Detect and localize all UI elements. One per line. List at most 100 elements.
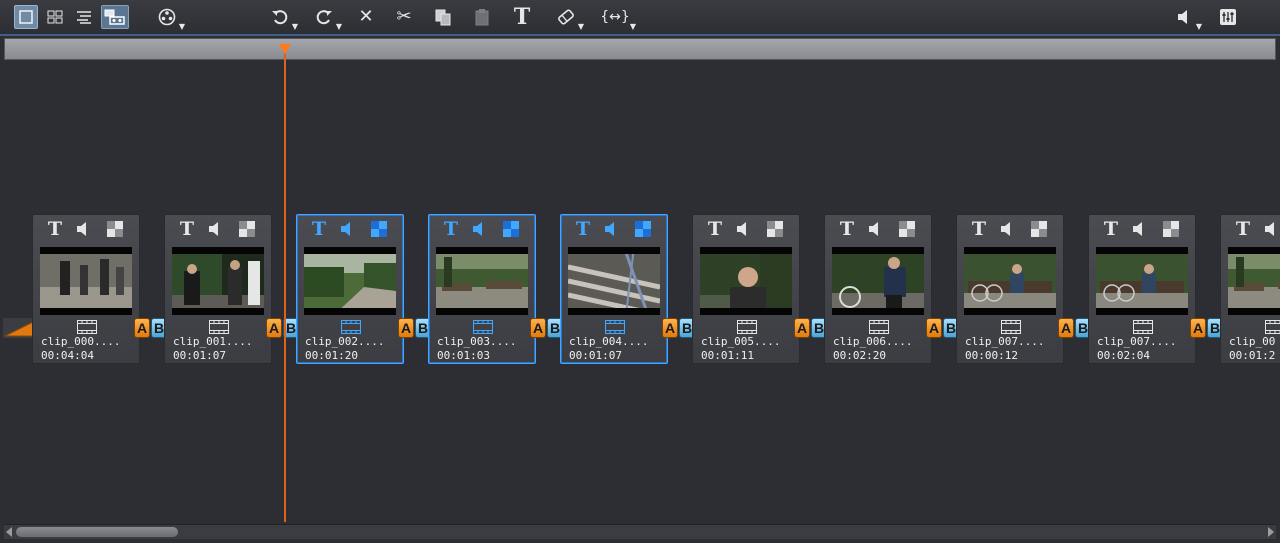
clip-duration: 00:02:04: [1097, 349, 1150, 362]
clip-card[interactable]: Tclip_006.... 00:02:20: [824, 214, 932, 364]
title-effect-icon[interactable]: T: [1101, 218, 1121, 240]
clip-effect-icons: T: [1089, 218, 1197, 241]
filmstrip-icon: [77, 319, 97, 334]
clip-thumbnail: [1228, 247, 1280, 315]
filmstrip-icon: [1001, 319, 1021, 334]
transition-ab-button[interactable]: AB: [1190, 318, 1223, 338]
filmstrip-icon: [605, 319, 625, 334]
audio-effect-icon[interactable]: [603, 219, 619, 239]
transition-a-label: A: [662, 318, 678, 338]
clip-card[interactable]: Tclip_005.... 00:01:11: [692, 214, 800, 364]
transition-ab-button[interactable]: AB: [794, 318, 827, 338]
audio-effect-icon[interactable]: [1131, 219, 1147, 239]
clip-name: clip_000....: [41, 335, 121, 348]
clip-name: clip_004....: [569, 335, 649, 348]
clip-duration: 00:04:04: [41, 349, 94, 362]
transition-ab-button[interactable]: AB: [398, 318, 431, 338]
playhead-line[interactable]: [284, 46, 286, 522]
transition-effect-icon[interactable]: [899, 219, 915, 239]
transition-effect-icon[interactable]: [371, 219, 387, 239]
audio-effect-icon[interactable]: [75, 219, 91, 239]
clip-card[interactable]: Tclip_000.... 00:04:04: [32, 214, 140, 364]
filmstrip-icon: [737, 319, 757, 334]
transition-a-label: A: [134, 318, 150, 338]
scroll-right-icon[interactable]: [1268, 527, 1274, 537]
clip-card[interactable]: Tclip_00 00:01:2: [1220, 214, 1280, 364]
transition-a-label: A: [926, 318, 942, 338]
clip-duration: 00:01:2: [1229, 349, 1276, 362]
title-effect-icon[interactable]: T: [573, 218, 593, 240]
audio-effect-icon[interactable]: [339, 219, 355, 239]
storyboard-track: Tclip_000.... 00:04:04 A B Tclip_001.... 00:0…: [0, 0, 1280, 543]
transition-effect-icon[interactable]: [1031, 219, 1047, 239]
clip-thumbnail: [304, 247, 396, 315]
title-effect-icon[interactable]: T: [705, 218, 725, 240]
filmstrip-icon: [1133, 319, 1153, 334]
title-effect-icon[interactable]: T: [1233, 218, 1253, 240]
filmstrip-icon: [869, 319, 889, 334]
filmstrip-icon: [209, 319, 229, 334]
transition-effect-icon[interactable]: [239, 219, 255, 239]
clip-name: clip_003....: [437, 335, 517, 348]
clip-name: clip_002....: [305, 335, 385, 348]
clip-duration: 00:00:12: [965, 349, 1018, 362]
clip-thumbnail: [172, 247, 264, 315]
transition-effect-icon[interactable]: [503, 219, 519, 239]
audio-effect-icon[interactable]: [1263, 219, 1279, 239]
clip-card[interactable]: Tclip_007.... 00:00:12: [956, 214, 1064, 364]
clip-card[interactable]: Tclip_003.... 00:01:03: [428, 214, 536, 364]
filmstrip-icon: [1265, 319, 1280, 334]
clip-duration: 00:01:03: [437, 349, 490, 362]
transition-ab-button[interactable]: AB: [134, 318, 167, 338]
title-effect-icon[interactable]: T: [309, 218, 329, 240]
clip-name: clip_005....: [701, 335, 781, 348]
title-effect-icon[interactable]: T: [441, 218, 461, 240]
transition-effect-icon[interactable]: [1163, 219, 1179, 239]
transition-effect-icon[interactable]: [107, 219, 123, 239]
clip-name: clip_007....: [1097, 335, 1177, 348]
clip-card[interactable]: Tclip_001.... 00:01:07: [164, 214, 272, 364]
clip-thumbnail: [832, 247, 924, 315]
clip-card[interactable]: Tclip_004.... 00:01:07: [560, 214, 668, 364]
transition-ab-button[interactable]: AB: [662, 318, 695, 338]
audio-effect-icon[interactable]: [999, 219, 1015, 239]
scroll-left-icon[interactable]: [6, 527, 12, 537]
transition-a-label: A: [1058, 318, 1074, 338]
clip-card[interactable]: Tclip_007.... 00:02:04: [1088, 214, 1196, 364]
clip-effect-icons: T: [693, 218, 801, 241]
clip-effect-icons: T: [1221, 218, 1280, 241]
transition-effect-icon[interactable]: [635, 219, 651, 239]
clip-duration: 00:01:07: [173, 349, 226, 362]
scrollbar-thumb[interactable]: [16, 527, 178, 537]
clip-thumbnail: [1096, 247, 1188, 315]
clip-thumbnail: [964, 247, 1056, 315]
transition-a-label: A: [266, 318, 282, 338]
horizontal-scrollbar[interactable]: [4, 524, 1276, 539]
audio-effect-icon[interactable]: [867, 219, 883, 239]
title-effect-icon[interactable]: T: [837, 218, 857, 240]
clip-effect-icons: T: [429, 218, 537, 241]
title-effect-icon[interactable]: T: [177, 218, 197, 240]
clip-name: clip_001....: [173, 335, 253, 348]
transition-ab-button[interactable]: AB: [266, 318, 299, 338]
clip-card[interactable]: Tclip_002.... 00:01:20: [296, 214, 404, 364]
title-effect-icon[interactable]: T: [45, 218, 65, 240]
clip-effect-icons: T: [561, 218, 669, 241]
audio-effect-icon[interactable]: [735, 219, 751, 239]
transition-ab-button[interactable]: AB: [530, 318, 563, 338]
clip-thumbnail: [700, 247, 792, 315]
playhead-handle[interactable]: [279, 44, 291, 54]
transition-ab-button[interactable]: AB: [1058, 318, 1091, 338]
clip-thumbnail: [568, 247, 660, 315]
transition-effect-icon[interactable]: [767, 219, 783, 239]
audio-effect-icon[interactable]: [471, 219, 487, 239]
clip-duration: 00:01:20: [305, 349, 358, 362]
clip-effect-icons: T: [33, 218, 141, 241]
clip-duration: 00:01:07: [569, 349, 622, 362]
clip-duration: 00:02:20: [833, 349, 886, 362]
transition-ab-button[interactable]: AB: [926, 318, 959, 338]
transition-a-label: A: [530, 318, 546, 338]
transition-a-label: A: [1190, 318, 1206, 338]
audio-effect-icon[interactable]: [207, 219, 223, 239]
title-effect-icon[interactable]: T: [969, 218, 989, 240]
